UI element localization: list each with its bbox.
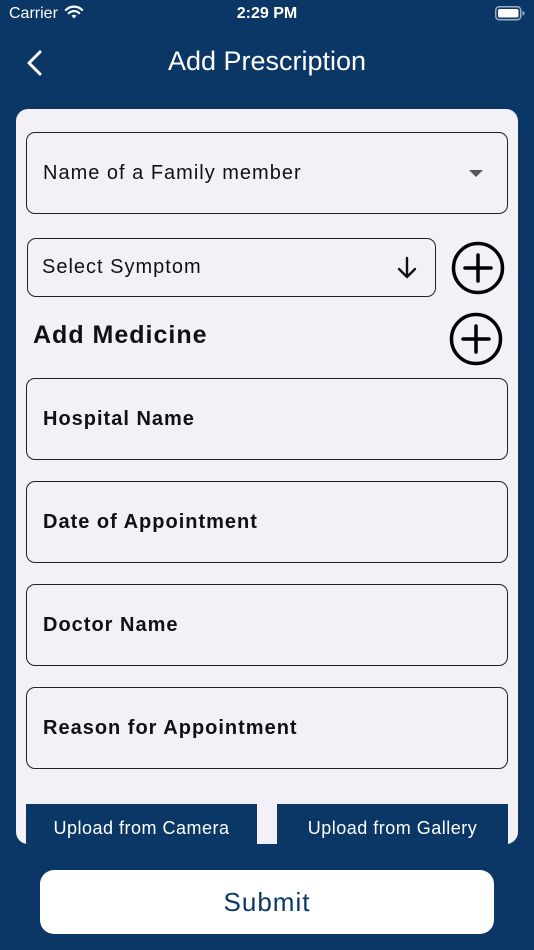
clock: 2:29 PM [236,5,298,22]
add-medicine-button[interactable] [449,312,503,366]
plus-circle-icon [449,312,503,366]
arrow-down-icon [395,255,419,286]
family-member-dropdown[interactable]: Name of a Family member [26,132,508,214]
submit-button[interactable]: Submit [40,870,494,934]
hospital-name-field[interactable]: Hospital Name [26,378,508,460]
status-bar: Carrier 2:29 PM [0,0,534,30]
battery-icon [495,6,525,26]
upload-camera-button[interactable]: Upload from Camera [26,804,257,844]
appointment-date-placeholder: Date of Appointment [43,510,258,533]
prescription-form: Name of a Family member Select Symptom A… [16,109,518,844]
hospital-name-placeholder: Hospital Name [43,407,195,430]
nav-bar: Add Prescription [0,36,534,90]
page-title: Add Prescription [167,46,367,76]
plus-circle-icon [451,241,505,295]
doctor-name-field[interactable]: Doctor Name [26,584,508,666]
doctor-name-placeholder: Doctor Name [43,613,179,636]
appointment-date-field[interactable]: Date of Appointment [26,481,508,563]
symptom-select[interactable]: Select Symptom [27,238,436,297]
family-member-placeholder: Name of a Family member [43,161,302,184]
upload-gallery-button[interactable]: Upload from Gallery [277,804,508,844]
symptom-placeholder: Select Symptom [42,256,202,278]
add-symptom-button[interactable] [451,241,505,295]
appointment-reason-placeholder: Reason for Appointment [43,716,298,739]
caret-down-icon [469,170,483,177]
appointment-reason-field[interactable]: Reason for Appointment [26,687,508,769]
add-medicine-label: Add Medicine [33,321,208,349]
